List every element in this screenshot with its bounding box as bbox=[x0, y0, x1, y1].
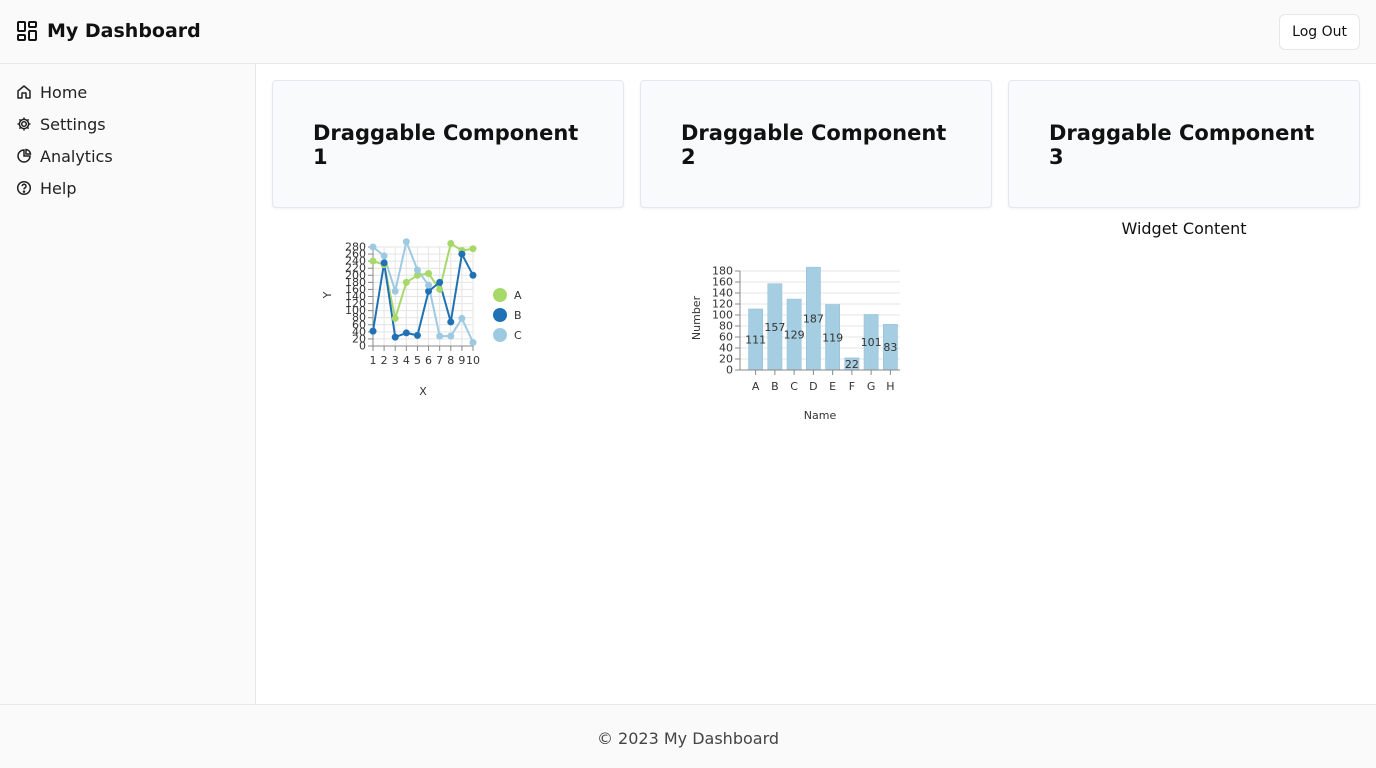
draggable-card-1[interactable]: Draggable Component 1 bbox=[272, 80, 624, 208]
gear-icon bbox=[16, 116, 40, 132]
bar-value-label: 129 bbox=[784, 329, 805, 342]
sidebar-item-analytics[interactable]: Analytics bbox=[16, 144, 113, 168]
x-tick-label: 5 bbox=[414, 354, 421, 367]
line-chart: 0204060801001201401601802002202402602801… bbox=[321, 238, 522, 398]
draggable-card-2[interactable]: Draggable Component 2 bbox=[640, 80, 992, 208]
data-point-A bbox=[447, 239, 455, 247]
data-point-C bbox=[469, 338, 477, 346]
x-tick-label: 3 bbox=[392, 354, 399, 367]
card-title: Draggable Component 3 bbox=[1049, 121, 1315, 169]
sidebar-item-label: Help bbox=[40, 178, 77, 198]
data-point-B bbox=[469, 271, 477, 279]
x-tick-label: 8 bbox=[447, 354, 454, 367]
data-point-C bbox=[436, 332, 444, 340]
data-point-B bbox=[369, 327, 377, 335]
data-point-C bbox=[458, 314, 466, 322]
brand: My Dashboard bbox=[16, 20, 201, 42]
x-tick-label: 1 bbox=[370, 354, 377, 367]
bar-value-label: 101 bbox=[861, 336, 882, 349]
y-axis-label: Number bbox=[690, 295, 703, 340]
legend-label: B bbox=[514, 309, 522, 322]
sidebar-item-label: Home bbox=[40, 82, 88, 102]
x-tick-label: F bbox=[849, 380, 855, 393]
x-tick-label: C bbox=[790, 380, 798, 393]
y-tick-label: 280 bbox=[345, 241, 366, 254]
bar-value-label: 22 bbox=[845, 358, 859, 371]
dashboard-icon bbox=[16, 20, 38, 42]
data-point-B bbox=[447, 318, 455, 326]
x-tick-label: 7 bbox=[436, 354, 443, 367]
legend-marker bbox=[493, 328, 507, 342]
card-title: Draggable Component 2 bbox=[681, 121, 947, 169]
app-title: My Dashboard bbox=[47, 20, 201, 42]
bar-value-label: 83 bbox=[883, 341, 897, 354]
sidebar: Home Settings Analytics Help bbox=[0, 64, 256, 704]
data-point-A bbox=[369, 257, 377, 265]
x-tick-label: 10 bbox=[466, 354, 480, 367]
x-tick-label: 2 bbox=[381, 354, 388, 367]
data-point-C bbox=[369, 243, 377, 251]
legend-label: A bbox=[514, 289, 522, 302]
data-point-B bbox=[391, 333, 399, 341]
data-point-B bbox=[458, 250, 466, 258]
y-axis-label: Y bbox=[321, 291, 334, 299]
x-tick-label: H bbox=[886, 380, 894, 393]
x-tick-label: A bbox=[752, 380, 760, 393]
data-point-B bbox=[380, 259, 388, 267]
data-point-C bbox=[413, 266, 421, 274]
data-point-C bbox=[425, 281, 433, 289]
data-point-C bbox=[447, 332, 455, 340]
help-icon bbox=[16, 180, 40, 196]
bar-value-label: 157 bbox=[764, 321, 785, 334]
footer: © 2023 My Dashboard bbox=[0, 704, 1376, 768]
x-axis-label: Name bbox=[804, 409, 837, 422]
x-tick-label: 6 bbox=[425, 354, 432, 367]
data-point-C bbox=[380, 252, 388, 260]
legend-marker bbox=[493, 288, 507, 302]
sidebar-item-label: Settings bbox=[40, 114, 106, 134]
legend-label: C bbox=[514, 329, 522, 342]
legend-marker bbox=[493, 308, 507, 322]
widget-content: Widget Content bbox=[1121, 219, 1247, 238]
data-point-C bbox=[391, 287, 399, 295]
bar-value-label: 119 bbox=[822, 331, 843, 344]
card-title: Draggable Component 1 bbox=[313, 121, 579, 169]
data-point-B bbox=[413, 331, 421, 339]
data-point-A bbox=[391, 314, 399, 322]
x-tick-label: D bbox=[809, 380, 817, 393]
bar-chart: 020406080100120140160180111A157B129C187D… bbox=[690, 265, 900, 422]
x-tick-label: E bbox=[829, 380, 836, 393]
data-point-B bbox=[436, 278, 444, 286]
x-tick-label: B bbox=[771, 380, 779, 393]
sidebar-item-label: Analytics bbox=[40, 146, 113, 166]
home-icon bbox=[16, 84, 40, 100]
y-tick-label: 180 bbox=[712, 265, 733, 278]
logout-button[interactable]: Log Out bbox=[1279, 14, 1360, 50]
x-tick-label: G bbox=[867, 380, 876, 393]
data-point-A bbox=[469, 245, 477, 253]
header: My Dashboard Log Out bbox=[0, 0, 1376, 64]
data-point-C bbox=[402, 238, 410, 246]
x-tick-label: 9 bbox=[458, 354, 465, 367]
x-axis-label: X bbox=[419, 385, 427, 398]
pie-chart-icon bbox=[16, 148, 40, 164]
data-point-A bbox=[436, 285, 444, 293]
x-tick-label: 4 bbox=[403, 354, 410, 367]
bar-value-label: 111 bbox=[745, 333, 766, 346]
draggable-card-3[interactable]: Draggable Component 3 bbox=[1008, 80, 1360, 208]
sidebar-item-settings[interactable]: Settings bbox=[16, 112, 106, 136]
bar-value-label: 187 bbox=[803, 313, 824, 326]
sidebar-item-home[interactable]: Home bbox=[16, 80, 87, 104]
data-point-B bbox=[425, 287, 433, 295]
data-point-B bbox=[402, 329, 410, 337]
data-point-A bbox=[425, 270, 433, 278]
data-point-A bbox=[402, 278, 410, 286]
sidebar-item-help[interactable]: Help bbox=[16, 176, 76, 200]
footer-copyright: © 2023 My Dashboard bbox=[596, 729, 780, 748]
